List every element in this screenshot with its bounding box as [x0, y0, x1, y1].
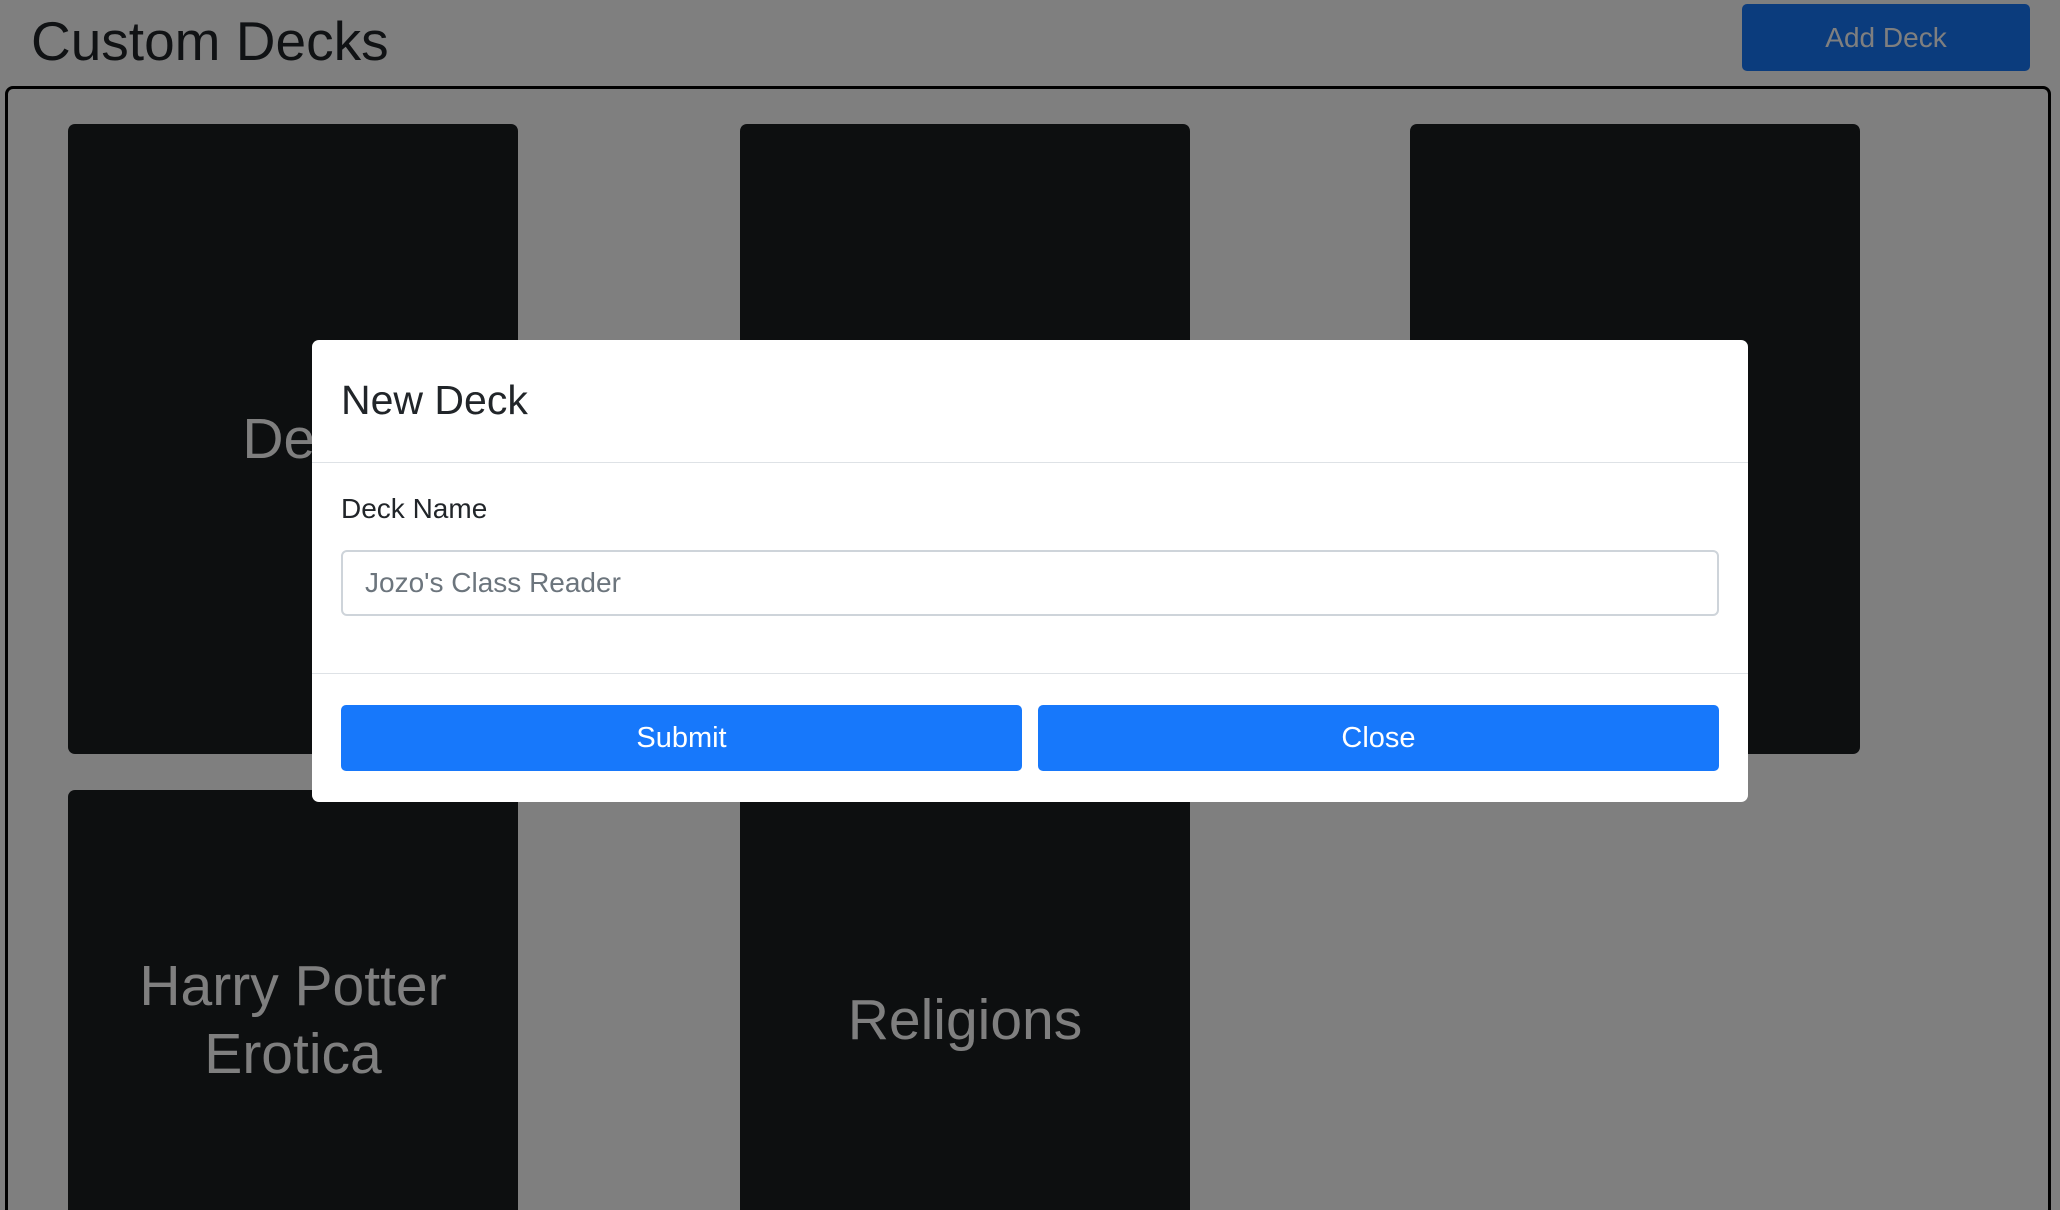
modal-title: New Deck: [341, 377, 528, 423]
deck-name-input[interactable]: [341, 550, 1719, 616]
submit-button[interactable]: Submit: [341, 705, 1022, 771]
modal-body: Deck Name: [312, 463, 1748, 674]
deck-name-label: Deck Name: [341, 493, 488, 524]
modal-header: New Deck: [312, 340, 1748, 463]
modal-footer: Submit Close: [312, 674, 1748, 802]
new-deck-modal: New Deck Deck Name Submit Close: [312, 340, 1748, 802]
close-button[interactable]: Close: [1038, 705, 1719, 771]
